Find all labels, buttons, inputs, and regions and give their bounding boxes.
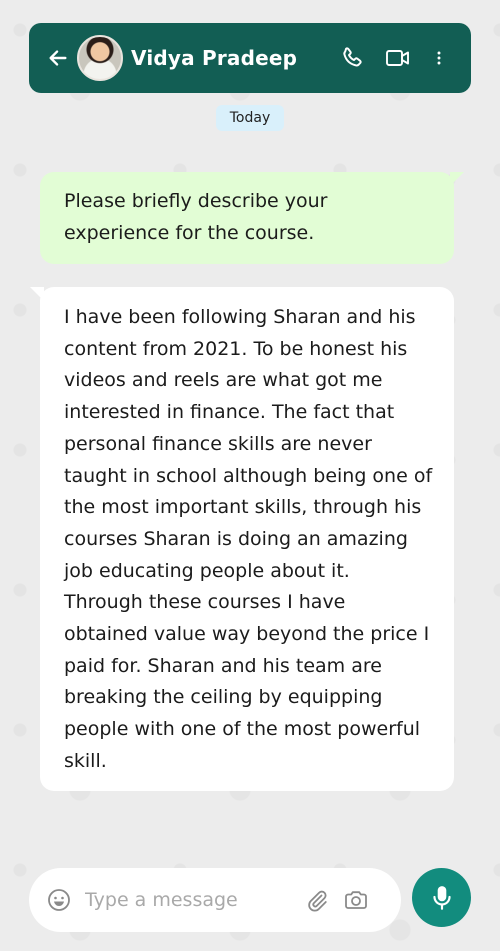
- attach-icon[interactable]: [305, 888, 329, 912]
- camera-icon[interactable]: [343, 887, 369, 913]
- message-input[interactable]: [83, 888, 297, 912]
- mic-button[interactable]: [412, 868, 471, 927]
- message-text: Please briefly describe your experience …: [64, 190, 328, 244]
- video-icon[interactable]: [385, 45, 411, 71]
- emoji-icon[interactable]: [47, 888, 71, 912]
- avatar[interactable]: [77, 35, 123, 81]
- message-text: I have been following Sharan and his con…: [64, 306, 433, 772]
- mic-icon: [432, 885, 451, 910]
- contact-name[interactable]: Vidya Pradeep: [131, 46, 339, 70]
- message-composer: [29, 868, 401, 932]
- chat-header: Vidya Pradeep: [29, 23, 471, 93]
- back-arrow-icon[interactable]: [47, 47, 69, 69]
- phone-icon[interactable]: [339, 45, 365, 71]
- incoming-message[interactable]: I have been following Sharan and his con…: [30, 287, 454, 791]
- outgoing-message[interactable]: Please briefly describe your experience …: [40, 172, 464, 264]
- more-options-icon[interactable]: [431, 45, 447, 71]
- date-chip: Today: [216, 105, 284, 131]
